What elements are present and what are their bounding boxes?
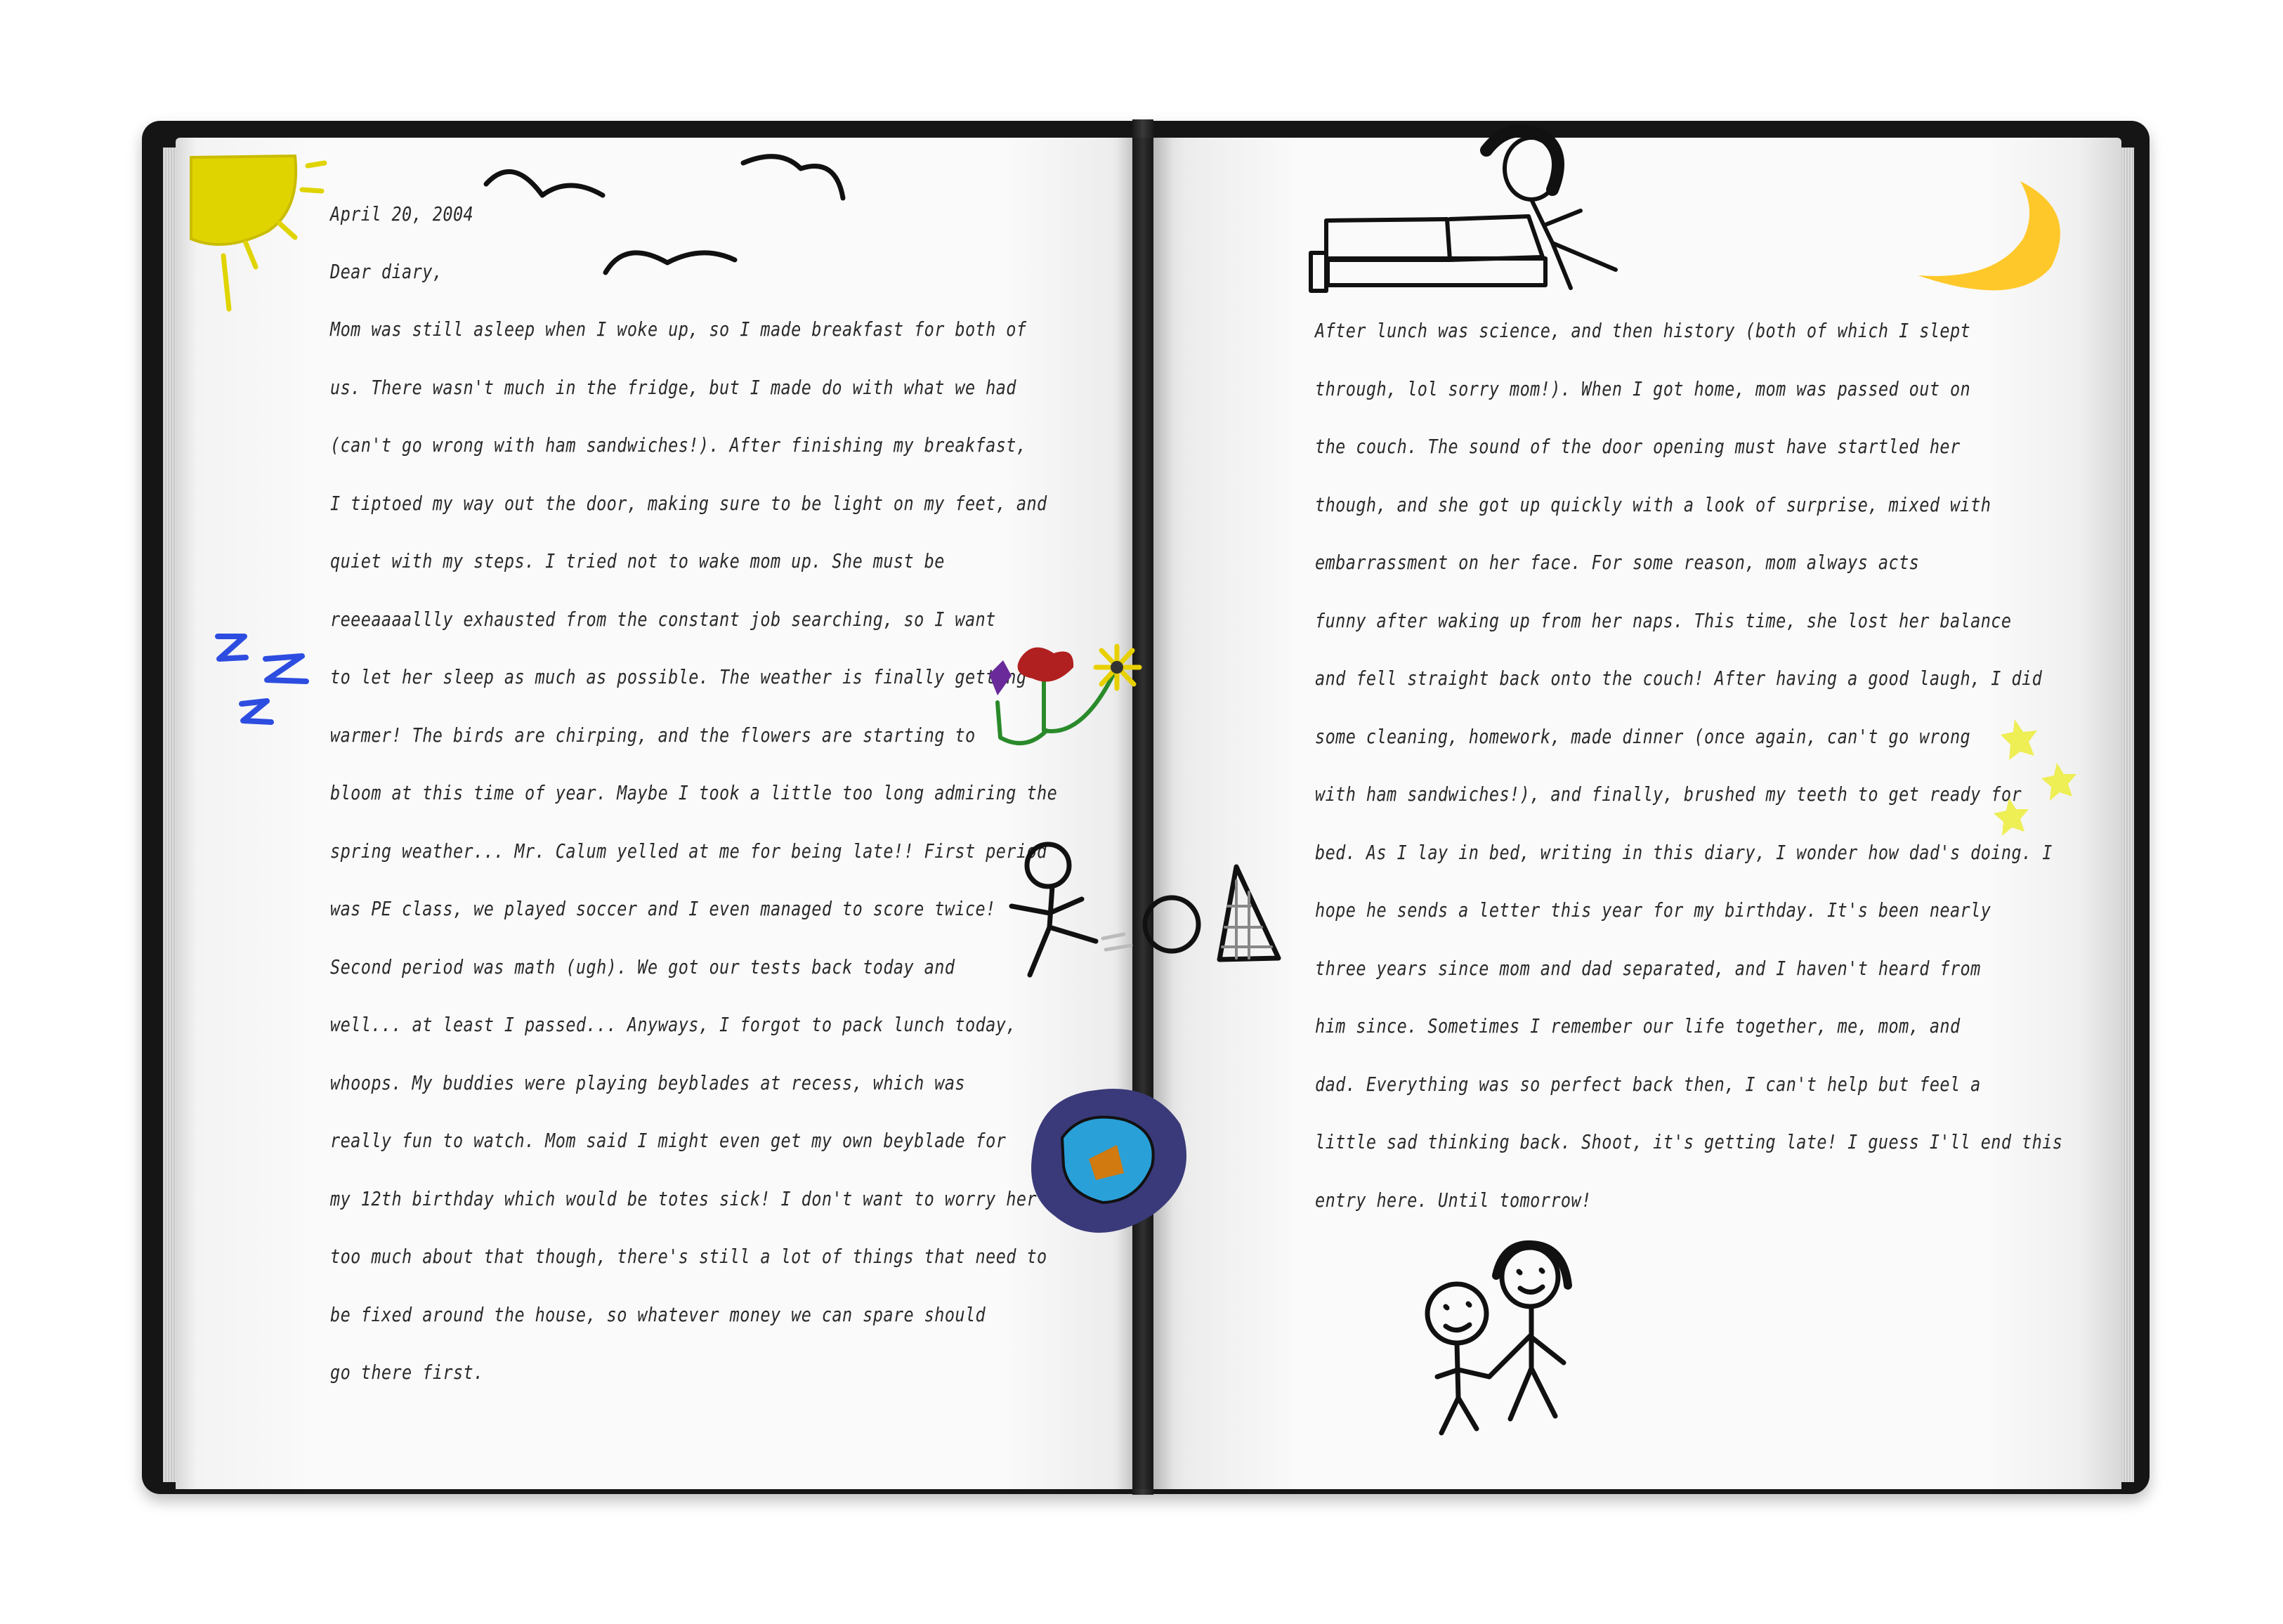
diary-line: well... at least I passed... Anyways, I … [330,1013,1016,1036]
diary-line: little sad thinking back. Shoot, it's ge… [1315,1130,2063,1153]
diary-line: After lunch was science, and then histor… [1315,319,1971,342]
diary-line: to let her sleep as much as possible. Th… [330,665,1027,688]
diary-line: and fell straight back onto the couch! A… [1315,667,2043,690]
diary-line: dad. Everything was so perfect back then… [1315,1072,1981,1096]
diary-line: funny after waking up from her naps. Thi… [1315,608,2012,632]
diary-line: us. There wasn't much in the fridge, but… [330,375,1016,399]
diary-line: be fixed around the house, so whatever m… [330,1302,986,1326]
diary-line: whoops. My buddies were playing beyblade… [330,1070,965,1094]
diary-line: Mom was still asleep when I woke up, so … [330,317,1027,341]
left-page-text: Mom was still asleep when I woke up, so … [330,301,1058,1402]
diary-line: my 12th birthday which would be totes si… [330,1186,1038,1210]
diary-entry-left: April 20, 2004 Dear diary, Mom was still… [330,185,1058,1402]
diary-line: Second period was math (ugh). We got our… [330,955,955,978]
diary-line: though, and she got up quickly with a lo… [1315,492,1991,516]
spine-shadow [1117,138,1173,1489]
diary-line: some cleaning, homework, made dinner (on… [1315,724,1971,748]
diary-line: with ham sandwiches!), and finally, brus… [1315,782,2022,806]
diary-line: go there first. [330,1361,484,1384]
diary-line: was PE class, we played soccer and I eve… [330,897,996,920]
diary-line: reeeaaaallly exhausted from the constant… [330,607,996,631]
diary-line: embarrassment on her face. For some reas… [1315,551,1920,574]
diary-line: the couch. The sound of the door opening… [1315,435,1961,458]
diary-line: through, lol sorry mom!). When I got hom… [1315,376,1971,400]
entry-date: April 20, 2004 [330,202,474,225]
diary-line: hope he sends a letter this year for my … [1315,898,1991,922]
diary-line: him since. Sometimes I remember our life… [1315,1014,1961,1037]
diary-line: bloom at this time of year. Maybe I took… [330,781,1058,804]
entry-greeting: Dear diary, [330,260,443,283]
diary-entry-right: After lunch was science, and then histor… [1315,302,2063,1229]
right-page-text: After lunch was science, and then histor… [1315,302,2063,1229]
diary-line: entry here. Until tomorrow! [1315,1188,1592,1212]
diary-line: I tiptoed my way out the door, making su… [330,491,1047,515]
diary-line: warmer! The birds are chirping, and the … [330,723,976,747]
diary-line: (can't go wrong with ham sandwiches!). A… [330,433,1027,457]
diary-line: really fun to watch. Mom said I might ev… [330,1129,1007,1152]
diary-line: three years since mom and dad separated,… [1315,956,1981,980]
diary-line: quiet with my steps. I tried not to wake… [330,549,945,572]
diary-line: bed. As I lay in bed, writing in this di… [1315,840,2053,864]
diary-line: too much about that though, there's stil… [330,1245,1047,1268]
diary-line: spring weather... Mr. Calum yelled at me… [330,839,1047,863]
